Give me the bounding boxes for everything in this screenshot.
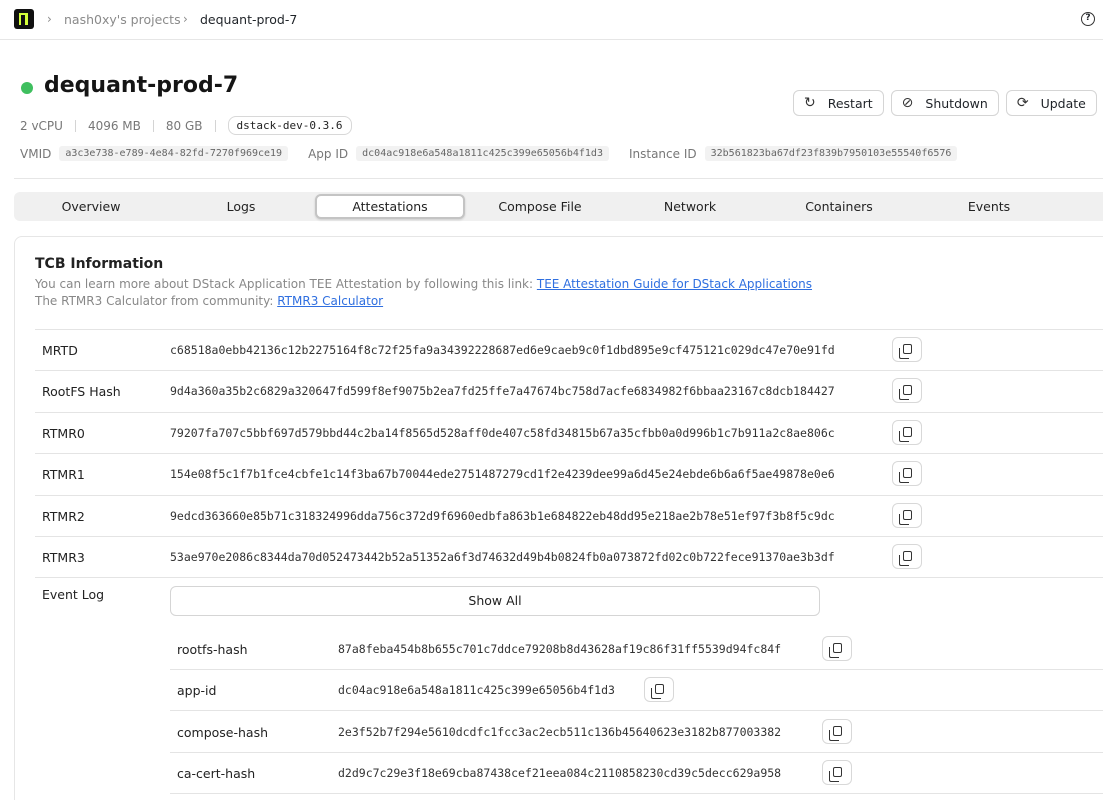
disk-size: 80 GB	[165, 118, 203, 133]
instance-ids: VMID a3c3e738-e789-4e84-82fd-7270f969ce1…	[20, 146, 977, 161]
vcpu-count: 2 vCPU	[20, 118, 63, 133]
update-label: Update	[1040, 95, 1086, 111]
event-row-ca-cert-hash: ca-cert-hash d2d9c7c29e3f18e69cba87438ce…	[170, 753, 1103, 794]
shutdown-label: Shutdown	[925, 95, 988, 111]
tcb-value: 79207fa707c5bbf697d579bbd44c2ba14f8565d5…	[170, 426, 835, 440]
copy-icon[interactable]	[892, 378, 922, 403]
tcb-value: 9d4a360a35b2c6829a320647fd599f8ef9075b2e…	[170, 384, 835, 398]
tcb-key: MRTD	[42, 343, 78, 358]
attestation-guide-link[interactable]: TEE Attestation Guide for DStack Applica…	[537, 277, 812, 291]
phala-logo-icon[interactable]	[14, 9, 34, 29]
tcb-row-rtmr3: RTMR3 53ae970e2086c8344da70d052473442b52…	[35, 536, 1103, 577]
tcb-value: 9edcd363660e85b71c318324996dda756c372d9f…	[170, 509, 835, 523]
copy-icon[interactable]	[892, 503, 922, 528]
top-bar: › nash0xy's projects › dequant-prod-7 ?	[0, 0, 1103, 40]
appid-value: dc04ac918e6a548a1811c425c399e65056b4f1d3	[356, 146, 609, 161]
event-log-label: Event Log	[42, 587, 105, 602]
tcb-row-rtmr2: RTMR2 9edcd363660e85b71c318324996dda756c…	[35, 495, 1103, 536]
event-row-compose-hash: compose-hash 2e3f52b7f294e5610dcdfc1fcc3…	[170, 712, 1103, 753]
event-value: 2e3f52b7f294e5610dcdfc1fcc3ac2ecb511c136…	[338, 725, 782, 739]
copy-icon[interactable]	[892, 544, 922, 569]
tcb-value: 154e08f5c1f7b1fce4cbfe1c14f3ba67b70044ed…	[170, 467, 835, 481]
copy-icon[interactable]	[822, 636, 852, 661]
copy-icon[interactable]	[892, 461, 922, 486]
tcb-title: TCB Information	[35, 256, 164, 272]
breadcrumb-project[interactable]: nash0xy's projects	[64, 12, 181, 27]
show-all-button[interactable]: Show All	[170, 586, 820, 616]
tcb-description: You can learn more about DStack Applicat…	[35, 277, 812, 291]
event-row-rootfs-hash: rootfs-hash 87a8feba454b8b655c701c7ddce7…	[170, 629, 1103, 670]
restart-icon: ↻	[804, 95, 816, 111]
tcb-row-mrtd: MRTD c68518a0ebb42136c12b2275164f8c72f25…	[35, 329, 1103, 370]
row-divider	[35, 577, 1103, 578]
tcb-row-rootfs-hash: RootFS Hash 9d4a360a35b2c6829a320647fd59…	[35, 370, 1103, 411]
rtmr3-calculator-link[interactable]: RTMR3 Calculator	[277, 294, 383, 308]
action-buttons: ↻ Restart ⊘ Shutdown ⟳ Update	[793, 90, 1103, 116]
event-value: 87a8feba454b8b655c701c7ddce79208b8d43628…	[338, 642, 782, 656]
attestation-panel: TCB Information You can learn more about…	[14, 236, 1103, 800]
chevron-right-icon: ›	[183, 12, 188, 26]
copy-icon[interactable]	[644, 677, 674, 702]
tab-overview[interactable]: Overview	[16, 194, 166, 219]
tab-logs[interactable]: Logs	[166, 194, 316, 219]
instance-id-value: 32b561823ba67df23f839b7950103e55540f6576	[704, 146, 958, 161]
restart-button[interactable]: ↻ Restart	[793, 90, 884, 116]
copy-icon[interactable]	[822, 760, 852, 785]
event-row-app-id: app-id dc04ac918e6a548a1811c425c399e6505…	[170, 670, 1103, 711]
tab-attestations[interactable]: Attestations	[315, 194, 465, 219]
chevron-right-icon: ›	[47, 12, 52, 26]
help-icon[interactable]: ?	[1081, 12, 1095, 26]
image-badge: dstack-dev-0.3.6	[227, 116, 352, 135]
tcb-row-rtmr0: RTMR0 79207fa707c5bbf697d579bbd44c2ba14f…	[35, 412, 1103, 453]
copy-icon[interactable]	[892, 337, 922, 362]
power-off-icon: ⊘	[901, 95, 914, 111]
tab-network[interactable]: Network	[615, 194, 765, 219]
instance-specs: 2 vCPU 4096 MB 80 GB dstack-dev-0.3.6	[20, 116, 352, 135]
tab-events[interactable]: Events	[914, 194, 1064, 219]
breadcrumb-current: dequant-prod-7	[200, 12, 298, 27]
appid-label: App ID	[308, 146, 349, 161]
event-key: ca-cert-hash	[177, 766, 256, 781]
shutdown-button[interactable]: ⊘ Shutdown	[890, 90, 999, 116]
refresh-icon: ⟳	[1016, 95, 1029, 111]
tab-bar: Overview Logs Attestations Compose File …	[14, 192, 1103, 221]
status-indicator	[21, 82, 33, 94]
tcb-key: RTMR2	[42, 509, 85, 524]
event-key: app-id	[177, 683, 217, 698]
tcb-key: RTMR3	[42, 550, 85, 565]
copy-icon[interactable]	[822, 719, 852, 744]
instance-id-label: Instance ID	[628, 146, 697, 161]
update-button[interactable]: ⟳ Update	[1005, 90, 1097, 116]
memory-size: 4096 MB	[87, 118, 141, 133]
copy-icon[interactable]	[892, 420, 922, 445]
rtmr3-desc-text: The RTMR3 Calculator from community:	[35, 294, 278, 308]
tcb-desc-text: You can learn more about DStack Applicat…	[35, 277, 537, 291]
tab-compose-file[interactable]: Compose File	[465, 194, 615, 219]
event-key: compose-hash	[177, 725, 269, 740]
restart-label: Restart	[827, 95, 873, 111]
header-divider	[14, 178, 1103, 179]
rtmr3-description: The RTMR3 Calculator from community: RTM…	[35, 294, 383, 308]
vmid-value: a3c3e738-e789-4e84-82fd-7270f969ce19	[59, 146, 289, 161]
event-value: d2d9c7c29e3f18e69cba87438cef21eea084c211…	[338, 766, 782, 780]
tcb-key: RootFS Hash	[42, 384, 121, 399]
tcb-value: c68518a0ebb42136c12b2275164f8c72f25fa9a3…	[170, 343, 835, 357]
event-key: rootfs-hash	[177, 642, 248, 657]
tab-containers[interactable]: Containers	[764, 194, 914, 219]
page-title: dequant-prod-7	[44, 73, 239, 98]
event-value: dc04ac918e6a548a1811c425c399e65056b4f1d3	[338, 683, 615, 697]
tcb-value: 53ae970e2086c8344da70d052473442b52a51352…	[170, 550, 835, 564]
tcb-key: RTMR0	[42, 426, 85, 441]
tcb-key: RTMR1	[42, 467, 85, 482]
vmid-label: VMID	[20, 146, 52, 161]
tcb-row-rtmr1: RTMR1 154e08f5c1f7b1fce4cbfe1c14f3ba67b7…	[35, 453, 1103, 494]
